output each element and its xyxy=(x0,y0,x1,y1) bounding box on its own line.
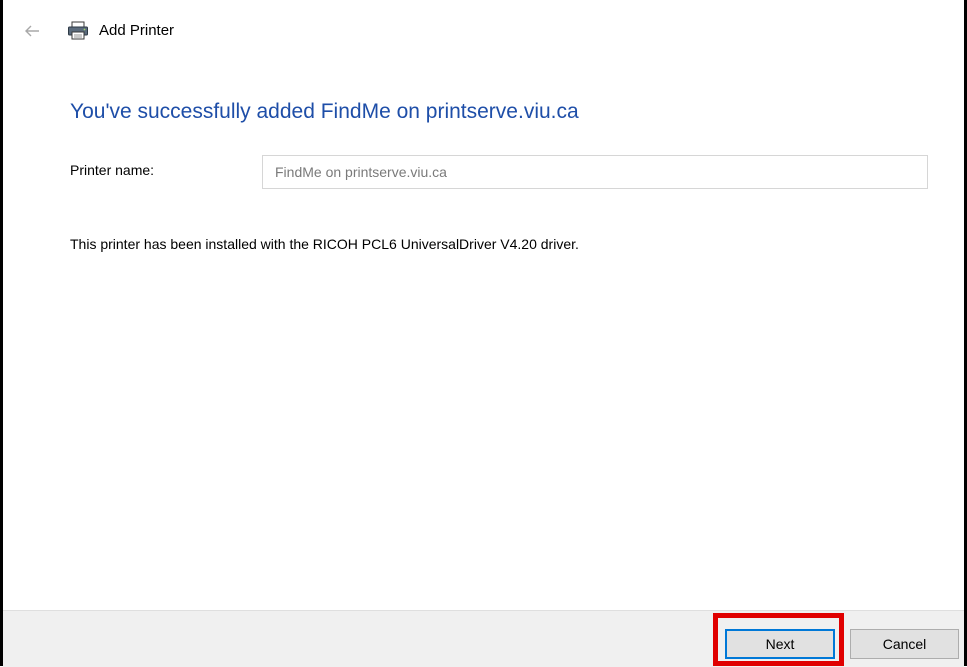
page-heading: You've successfully added FindMe on prin… xyxy=(70,100,579,123)
back-button[interactable] xyxy=(21,20,43,42)
title-bar: Add Printer xyxy=(3,0,964,60)
driver-info-text: This printer has been installed with the… xyxy=(70,236,579,252)
window-title: Add Printer xyxy=(99,22,175,39)
add-printer-window: Add Printer You've successfully added Fi… xyxy=(0,0,967,667)
printer-name-input[interactable] xyxy=(262,155,928,189)
printer-icon xyxy=(68,21,88,40)
next-button[interactable]: Next xyxy=(725,629,835,659)
back-arrow-icon xyxy=(25,25,39,37)
button-bar: Next Cancel xyxy=(3,610,964,667)
printer-name-label: Printer name: xyxy=(70,162,155,178)
cancel-button[interactable]: Cancel xyxy=(850,629,959,659)
